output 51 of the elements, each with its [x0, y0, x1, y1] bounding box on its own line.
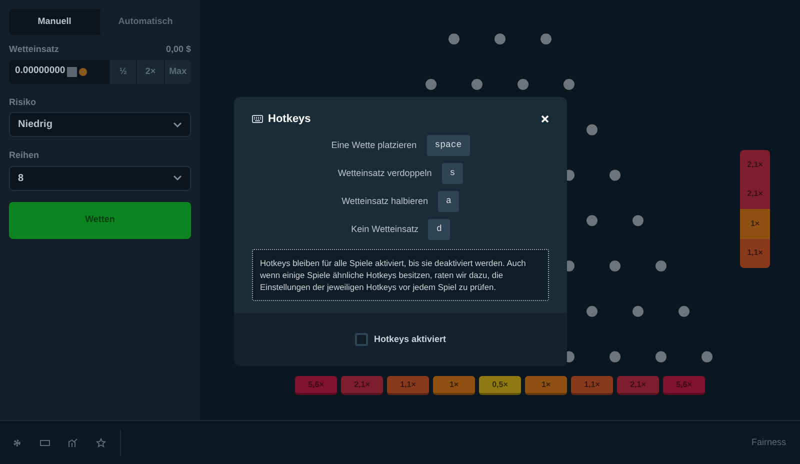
multiplier-slot: 2,1×: [341, 376, 383, 395]
result-history-item: 2,1×: [740, 150, 770, 180]
dropdown[interactable]: Niedrig: [9, 112, 191, 137]
chevron-down-icon: [173, 175, 182, 181]
multiplier-slot: 1×: [433, 376, 475, 395]
multiplier-slot: 5,6×: [295, 376, 337, 395]
dialog-title: Hotkeys: [268, 112, 311, 127]
key-label: s: [442, 162, 464, 184]
multiplier-slot: 2,1×: [617, 376, 659, 395]
bet-modifier-button[interactable]: 2×: [136, 60, 164, 84]
result-history-item: 1,1×: [740, 238, 770, 268]
checkbox-label: Hotkeys aktiviert: [374, 332, 446, 346]
dropdown-value: Niedrig: [18, 118, 52, 132]
mode-tab[interactable]: Automatisch: [100, 9, 191, 35]
usd-amount: 0,00 $: [166, 43, 191, 56]
hotkey-description: Wetteinsatz halbieren: [342, 194, 428, 208]
coin-icon: [79, 68, 88, 76]
keyboard-icon: [252, 115, 263, 124]
fairness-link[interactable]: Fairness: [751, 436, 788, 450]
result-history-item: 1×: [740, 209, 770, 238]
bet-modifier-button[interactable]: Max: [164, 60, 191, 84]
field-value: 0.00000000: [15, 64, 66, 78]
chevron-down-icon: [173, 122, 182, 128]
multiplier-slot: 5,6×: [663, 376, 705, 395]
result-history-item: 2,1×: [740, 180, 770, 209]
dropdown[interactable]: 8: [9, 166, 191, 190]
hotkey-description: Eine Wette platzieren: [331, 138, 417, 152]
multiplier-slot: 1×: [525, 376, 567, 395]
mode-tab[interactable]: Manuell: [9, 9, 100, 35]
field-label: Reihen: [9, 149, 40, 162]
key-label: space: [426, 134, 470, 156]
key-label: d: [428, 218, 450, 240]
dropdown-value: 8: [18, 172, 24, 186]
hotkey-description: Wetteinsatz verdoppeln: [338, 166, 432, 180]
bet-amount-field[interactable]: 0.00000000: [9, 60, 109, 84]
multiplier-slot: 1,1×: [571, 376, 613, 395]
star-icon[interactable]: [96, 438, 106, 448]
chart-icon[interactable]: [68, 438, 78, 448]
multiplier-slot: 1,1×: [387, 376, 429, 395]
field-label: Risiko: [9, 96, 38, 108]
key-label: a: [438, 190, 460, 212]
hotkey-description: Kein Wetteinsatz: [351, 222, 418, 236]
close-icon[interactable]: [541, 115, 549, 124]
bet-modifier-button[interactable]: ½: [109, 60, 136, 84]
currency-icon: [67, 66, 78, 76]
field-label: Wetteinsatz: [9, 43, 59, 56]
checkbox[interactable]: [354, 333, 368, 346]
bet-button[interactable]: Wetten: [9, 202, 191, 238]
multiplier-slot: 0,5×: [479, 376, 521, 395]
info-note: Hotkeys bleiben für alle Spiele aktiviert, bis sie deaktiviert werden. Auch wenn einige Spiele ähnliche Hotkeys besitzen, raten wir dazu, die Einstellungen der jeweiligen Hotkeys vor jedem Spiel zu prüfen.: [252, 248, 549, 300]
rectangle-icon[interactable]: [40, 438, 50, 448]
